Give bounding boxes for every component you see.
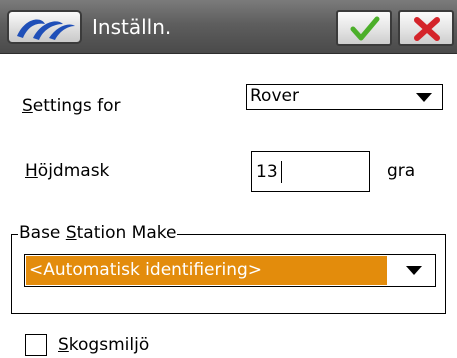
settings-for-label: Settings for <box>22 95 121 117</box>
dropdown-arrow-icon[interactable] <box>406 266 422 275</box>
base-station-make-dropdown[interactable]: <Automatisk identifiering> <box>24 254 436 287</box>
title-bar: Inställn. <box>0 0 457 54</box>
checkmark-icon <box>350 16 380 41</box>
base-station-title-accel: S <box>65 223 77 243</box>
start-menu-button[interactable] <box>7 10 82 44</box>
window-title: Inställn. <box>92 15 172 39</box>
ok-button[interactable] <box>336 10 392 46</box>
settings-for-label-rest: ettings for <box>32 96 121 116</box>
close-x-icon <box>414 17 440 41</box>
forest-environment-accel: S <box>58 335 69 355</box>
elevation-mask-accel: H <box>25 161 38 181</box>
elevation-mask-label: Höjdmask <box>25 160 109 182</box>
forest-environment-checkbox[interactable] <box>25 334 47 356</box>
elevation-mask-input[interactable]: 13 <box>251 151 370 192</box>
elevation-mask-label-rest: öjdmask <box>37 161 110 181</box>
base-station-title-prefix: Base <box>19 223 66 243</box>
text-caret <box>281 161 282 183</box>
base-station-title-rest: tation Make <box>76 223 177 243</box>
settings-for-dropdown[interactable]: Rover <box>246 84 443 110</box>
forest-environment-label-rest: kogsmiljö <box>68 335 150 355</box>
trimble-logo-icon <box>17 19 75 40</box>
forest-environment-label[interactable]: Skogsmiljö <box>58 334 149 356</box>
elevation-mask-unit: gra <box>387 161 416 181</box>
base-station-make-value: <Automatisk identifiering> <box>29 260 263 280</box>
dropdown-arrow-icon[interactable] <box>416 93 432 102</box>
cancel-button[interactable] <box>398 10 454 46</box>
elevation-mask-value: 13 <box>256 162 278 182</box>
settings-for-accel: S <box>22 96 33 116</box>
base-station-group-title: Base Station Make <box>18 222 178 244</box>
settings-for-value: Rover <box>250 86 299 106</box>
